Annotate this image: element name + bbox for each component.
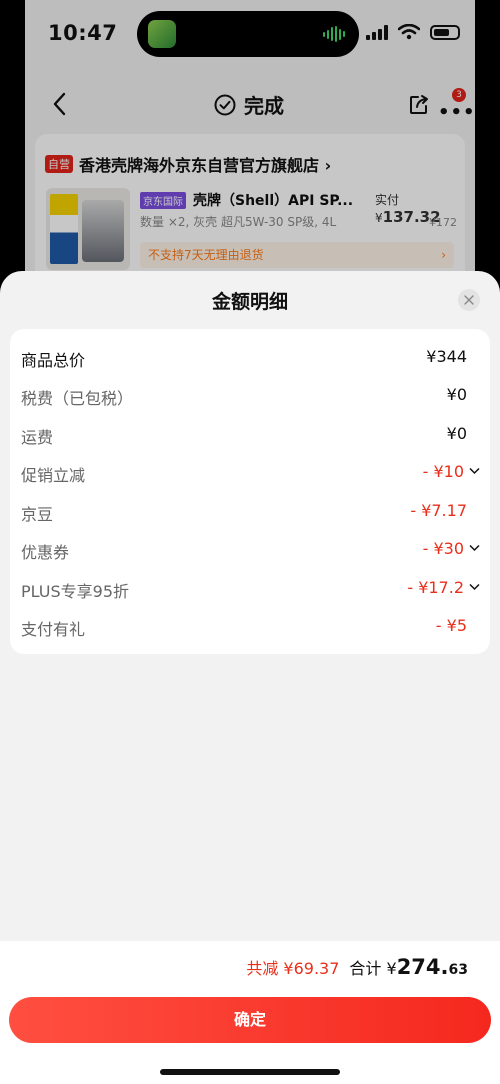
amount-detail-list: 商品总价 ¥344 税费（已包税） ¥0 运费 ¥0 促销立减 - ¥10 京豆… bbox=[10, 329, 490, 654]
row-label: 促销立减 bbox=[21, 466, 86, 485]
price-summary: 共减 ¥69.37 合计 ¥274.63 bbox=[246, 955, 468, 979]
row-value: - ¥30 bbox=[422, 539, 464, 558]
total-amount: 合计 ¥274.63 bbox=[349, 955, 468, 979]
row-tax: 税费（已包税） ¥0 bbox=[10, 381, 490, 411]
row-value: - ¥10 bbox=[422, 462, 464, 481]
row-value: - ¥17.2 bbox=[407, 578, 464, 597]
total-saved: 共减 ¥69.37 bbox=[246, 959, 340, 978]
row-label: 支付有礼 bbox=[21, 620, 86, 639]
total-label: 合计 ¥ bbox=[349, 959, 397, 978]
row-plus-discount[interactable]: PLUS专享95折 - ¥17.2 bbox=[10, 574, 490, 604]
row-value: ¥0 bbox=[446, 385, 467, 404]
row-label: 商品总价 bbox=[21, 351, 86, 370]
row-value: ¥344 bbox=[426, 347, 467, 366]
confirm-button[interactable]: 确定 bbox=[9, 997, 491, 1043]
row-coupon[interactable]: 优惠券 - ¥30 bbox=[10, 535, 490, 565]
row-promotion[interactable]: 促销立减 - ¥10 bbox=[10, 458, 490, 488]
close-icon bbox=[464, 295, 474, 305]
row-label: 税费（已包税） bbox=[21, 389, 134, 408]
row-payment-gift: 支付有礼 - ¥5 bbox=[10, 612, 490, 642]
row-label: PLUS专享95折 bbox=[21, 582, 129, 601]
row-label: 京豆 bbox=[21, 505, 54, 524]
total-integer: 274. bbox=[396, 955, 449, 979]
amount-detail-sheet: 金额明细 商品总价 ¥344 税费（已包税） ¥0 运费 ¥0 促销立减 - ¥… bbox=[0, 271, 500, 1084]
chevron-down-icon[interactable] bbox=[469, 583, 480, 591]
row-shipping: 运费 ¥0 bbox=[10, 420, 490, 450]
row-value: - ¥5 bbox=[435, 616, 467, 635]
row-label: 运费 bbox=[21, 428, 54, 447]
chevron-down-icon[interactable] bbox=[469, 467, 480, 475]
row-label: 优惠券 bbox=[21, 543, 70, 562]
row-jd-beans: 京豆 - ¥7.17 bbox=[10, 497, 490, 527]
home-indicator[interactable] bbox=[160, 1069, 340, 1075]
row-value: ¥0 bbox=[446, 424, 467, 443]
sheet-footer: 共减 ¥69.37 合计 ¥274.63 确定 bbox=[0, 941, 500, 1084]
close-button[interactable] bbox=[458, 289, 480, 311]
row-value: - ¥7.17 bbox=[410, 501, 467, 520]
chevron-down-icon[interactable] bbox=[469, 544, 480, 552]
total-decimal: 63 bbox=[448, 962, 468, 978]
row-goods-total: 商品总价 ¥344 bbox=[10, 343, 490, 373]
sheet-title: 金额明细 bbox=[211, 291, 288, 313]
